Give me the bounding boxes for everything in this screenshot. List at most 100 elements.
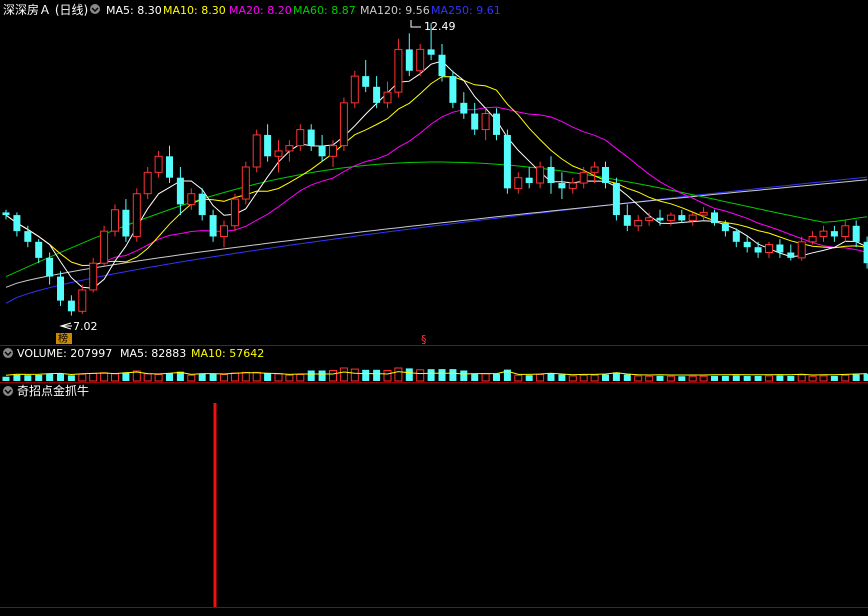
candle (166, 146, 173, 183)
high-annotation: 12.49 (411, 20, 456, 33)
volume-bar (624, 375, 631, 382)
candle-body-up (689, 215, 696, 220)
collapse-main-icon[interactable] (90, 4, 100, 14)
candle (13, 212, 20, 236)
volume-bar (35, 375, 42, 381)
volume-bar (428, 369, 435, 381)
volume-bar (602, 375, 609, 382)
volume-bar (166, 373, 173, 381)
candle-body-down (428, 49, 435, 54)
candle-body-down (13, 215, 20, 231)
candle (155, 151, 162, 178)
candle (646, 212, 653, 225)
candle-body-down (210, 215, 217, 236)
volume-bar (635, 376, 642, 381)
low-annotation: 7.02 (61, 320, 98, 333)
volume-bar (460, 371, 467, 382)
candle (3, 210, 10, 220)
volume-bar (308, 371, 315, 382)
candle-body-down (439, 55, 446, 76)
volume-bar (297, 375, 304, 382)
candle-body-down (57, 277, 64, 301)
volume-bar (744, 376, 751, 381)
candle-body-up (667, 215, 674, 220)
candle-body-down (493, 114, 500, 135)
volume-bar (493, 374, 500, 381)
candle-body-up (809, 236, 816, 241)
candle (624, 204, 631, 231)
candlesticks (3, 23, 868, 315)
candle-body-down (602, 167, 609, 183)
volume-bar (79, 374, 86, 381)
candle (351, 71, 358, 108)
volume-bar (809, 376, 816, 381)
volume-bar (515, 375, 522, 381)
candle-body-down (199, 194, 206, 215)
ma10-label: MA10: 8.30 (163, 4, 226, 17)
candle-body-down (853, 226, 860, 242)
candle (340, 98, 347, 151)
candle (613, 178, 620, 221)
candle-body-up (297, 130, 304, 146)
volume-label: VOLUME: 207997 (17, 347, 112, 360)
volume-header: VOLUME: 207997 MA5: 82883 MA10: 57642 (3, 347, 264, 360)
candle-body-down (504, 135, 511, 188)
volume-bar (68, 375, 75, 381)
signal-bar (214, 403, 217, 607)
chart-canvas: 深深房Ａ (日线) MA5: 8.30 MA10: 8.30 MA20: 8.2… (0, 0, 868, 612)
volume-bar (112, 374, 119, 381)
volume-bar (384, 371, 391, 382)
candle-body-up (798, 242, 805, 258)
volume-bar (558, 375, 565, 382)
volume-bar (330, 371, 337, 382)
volume-bar (591, 375, 598, 381)
candle-body-down (548, 167, 555, 183)
candle-body-down (787, 253, 794, 258)
volume-ma10-label: MA10: 57642 (191, 347, 264, 360)
candle (231, 194, 238, 231)
volume-bar (613, 372, 620, 381)
volume-bar (24, 375, 31, 381)
event-badge[interactable]: § (421, 333, 427, 346)
candle (809, 231, 816, 244)
candle-body-up (482, 114, 489, 130)
candle-body-down (177, 178, 184, 205)
candle (362, 60, 369, 92)
candle-body-down (308, 130, 315, 146)
candle (711, 210, 718, 226)
volume-bar (417, 370, 424, 381)
candle (395, 39, 402, 98)
candle-body-up (635, 220, 642, 225)
ma20-line (6, 107, 867, 266)
collapse-signal-icon[interactable] (3, 386, 13, 396)
candle-body-up (242, 167, 249, 199)
candle-body-up (537, 167, 544, 183)
volume-bar (722, 376, 729, 381)
main-header: 深深房Ａ (日线) MA5: 8.30 MA10: 8.30 MA20: 8.2… (3, 2, 501, 17)
candle-body-down (373, 87, 380, 103)
volume-bar (199, 374, 206, 381)
volume-bar (678, 376, 685, 381)
candle-body-up (580, 172, 587, 183)
collapse-volume-icon[interactable] (3, 348, 13, 358)
candle (569, 178, 576, 194)
candle (482, 108, 489, 140)
candle-body-down (744, 242, 751, 247)
candle (526, 167, 533, 188)
high-price-label: 12.49 (424, 20, 456, 33)
candle (177, 167, 184, 215)
volume-bar (351, 369, 358, 381)
candle-body-up (144, 172, 151, 193)
candle-body-up (101, 231, 108, 263)
candle-body-up (766, 244, 773, 252)
volume-bar (831, 376, 838, 381)
candle (864, 236, 868, 268)
candle-body-up (112, 210, 119, 231)
candle-body-down (558, 183, 565, 188)
volume-bar (667, 376, 674, 381)
candle (275, 140, 282, 172)
candle (242, 162, 249, 205)
volume-bar (57, 373, 64, 381)
volume-bar (242, 372, 249, 381)
volume-bar (395, 368, 402, 381)
